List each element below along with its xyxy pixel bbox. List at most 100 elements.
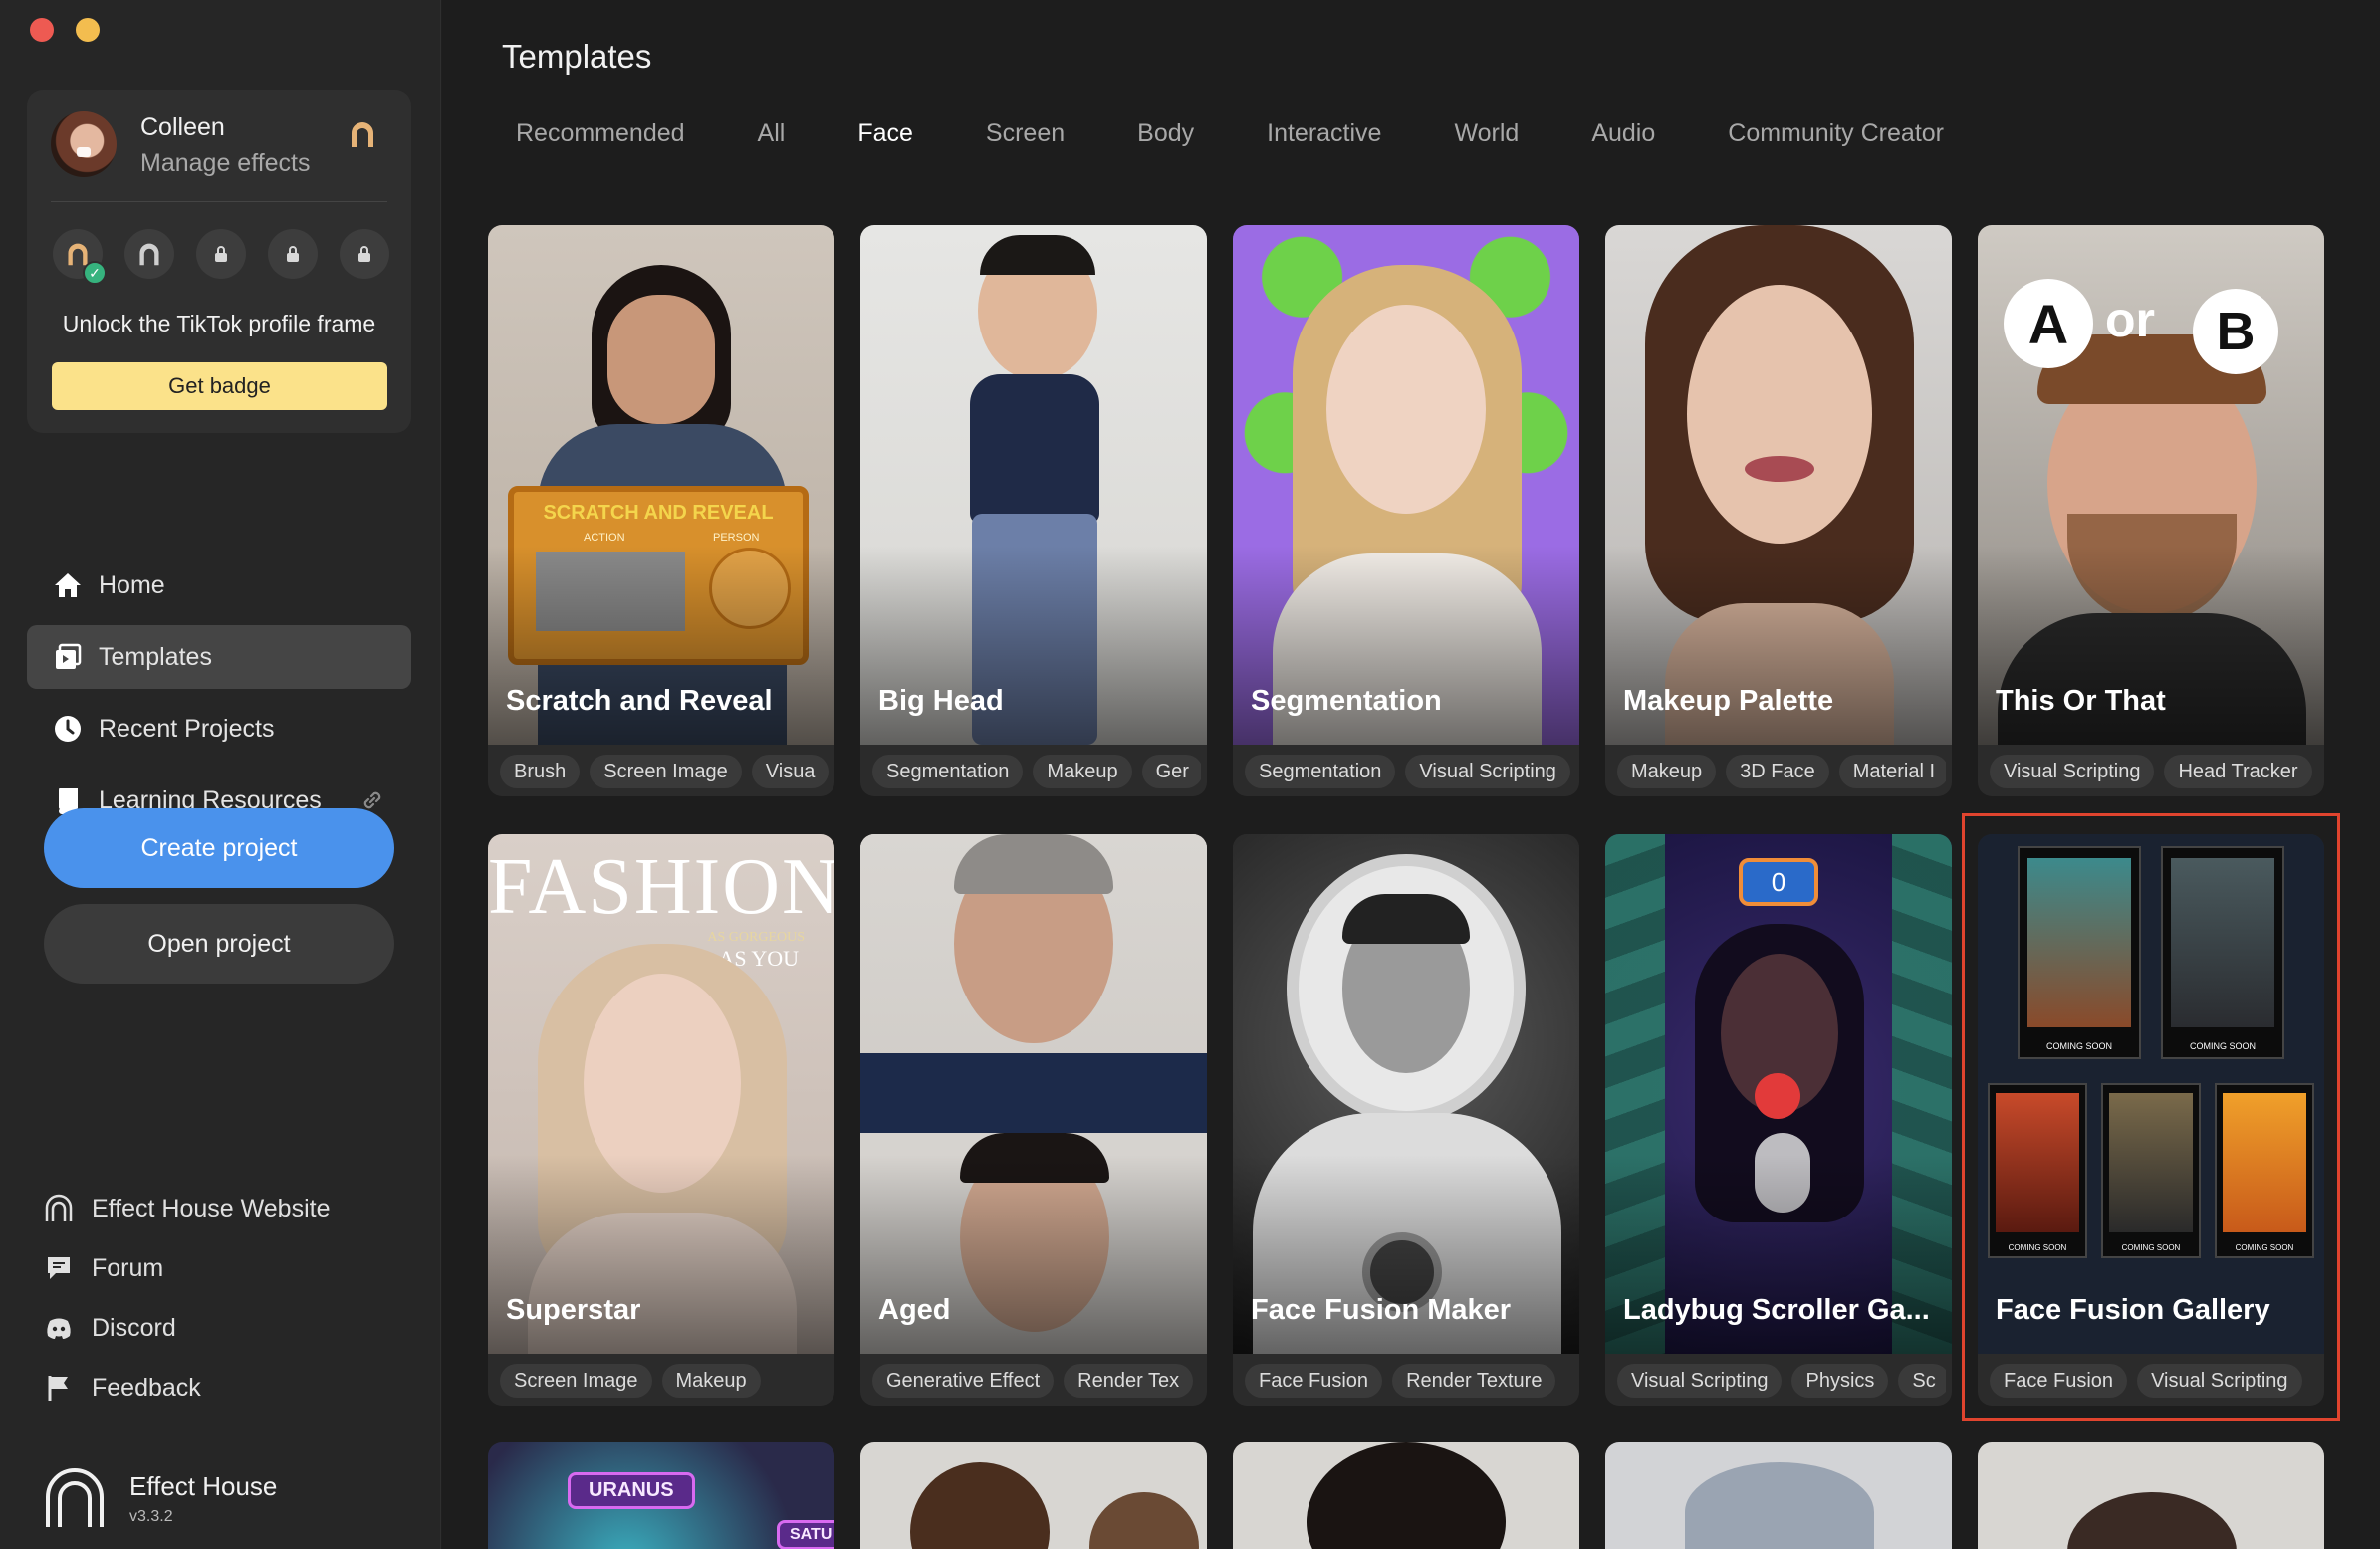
tab-world[interactable]: World xyxy=(1454,119,1519,148)
template-thumbnail xyxy=(860,225,1207,745)
badge-locked[interactable] xyxy=(268,229,318,279)
tag: Material I xyxy=(1838,755,1946,788)
tag-list: Screen Image Makeup xyxy=(500,1364,829,1398)
badge-locked[interactable] xyxy=(196,229,246,279)
badge-row: ✓ xyxy=(53,229,389,285)
lock-icon xyxy=(215,246,227,262)
tag: Face Fusion xyxy=(1245,1364,1383,1398)
card-title: Segmentation xyxy=(1251,685,1442,717)
app-brand: Effect House v3.3.2 xyxy=(44,1467,277,1529)
user-name: Colleen xyxy=(140,113,225,141)
feedback-link[interactable]: Feedback xyxy=(44,1358,330,1418)
discord-link[interactable]: Discord xyxy=(44,1298,330,1358)
badge-earned[interactable]: ✓ xyxy=(53,229,107,285)
effect-house-website-link[interactable]: Effect House Website xyxy=(44,1179,330,1238)
tab-recommended[interactable]: Recommended xyxy=(516,119,685,148)
card-title: Scratch and Reveal xyxy=(506,685,773,717)
template-card-partial[interactable] xyxy=(1605,1442,1952,1549)
tag: Physics xyxy=(1791,1364,1889,1398)
template-card-big-head[interactable]: Big Head Segmentation Makeup Ger xyxy=(860,225,1207,796)
tag-list: Face Fusion Render Texture xyxy=(1245,1364,1573,1398)
thumb-label: PERSON xyxy=(713,532,760,544)
card-title: Big Head xyxy=(878,685,1004,717)
get-badge-button[interactable]: Get badge xyxy=(52,362,387,410)
sidebar-item-recent-projects[interactable]: Recent Projects xyxy=(27,697,411,761)
app-name: Effect House xyxy=(129,1470,278,1501)
template-thumbnail xyxy=(1233,225,1579,745)
discord-icon xyxy=(47,1318,71,1339)
template-card-partial[interactable] xyxy=(1978,1442,2324,1549)
tab-face[interactable]: Face xyxy=(857,119,913,148)
template-card-partial[interactable] xyxy=(860,1442,1207,1549)
link-label: Effect House Website xyxy=(92,1194,331,1222)
tag: Visual Scripting xyxy=(1405,755,1570,788)
tab-community-creator[interactable]: Community Creator xyxy=(1728,119,1944,148)
template-card-face-fusion-maker[interactable]: Face Fusion Maker Face Fusion Render Tex… xyxy=(1233,834,1579,1406)
card-title: Makeup Palette xyxy=(1623,685,1834,717)
tag-list: Makeup 3D Face Material I xyxy=(1617,755,1946,788)
badge-unearned[interactable] xyxy=(124,229,174,279)
tag: Render Tex xyxy=(1064,1364,1194,1398)
clock-icon xyxy=(55,716,81,742)
sidebar-item-label: Recent Projects xyxy=(99,714,275,743)
template-card-segmentation[interactable]: Segmentation Segmentation Visual Scripti… xyxy=(1233,225,1579,796)
effect-house-badge-icon[interactable] xyxy=(348,119,377,149)
effect-house-logo-icon xyxy=(46,1468,104,1527)
thumb-label: A xyxy=(2004,279,2093,368)
template-card-superstar[interactable]: FASHION AS GORGEOUS AS YOU Superstar Scr… xyxy=(488,834,834,1406)
sidebar-item-label: Home xyxy=(99,570,165,599)
badge-locked[interactable] xyxy=(340,229,389,279)
tag-list: Segmentation Makeup Ger xyxy=(872,755,1201,788)
template-card-partial[interactable]: URANUS SATU xyxy=(488,1442,834,1549)
create-project-button[interactable]: Create project xyxy=(44,808,394,888)
template-card-scratch-and-reveal[interactable]: SCRATCH AND REVEAL ACTION PERSON Scratch… xyxy=(488,225,834,796)
flag-icon xyxy=(48,1376,68,1401)
thumb-label: URANUS xyxy=(568,1472,695,1509)
app-version: v3.3.2 xyxy=(129,1507,173,1525)
lock-icon xyxy=(358,246,370,262)
selection-highlight xyxy=(1962,813,2340,1421)
link-label: Forum xyxy=(92,1253,164,1282)
lock-icon xyxy=(287,246,299,262)
tag: Generative Effect xyxy=(872,1364,1055,1398)
page-title: Templates xyxy=(502,38,652,75)
close-window-button[interactable] xyxy=(30,18,54,42)
tab-interactive[interactable]: Interactive xyxy=(1267,119,1381,148)
template-thumbnail xyxy=(1233,834,1579,1354)
forum-link[interactable]: Forum xyxy=(44,1238,330,1298)
template-thumbnail: FASHION AS GORGEOUS AS YOU xyxy=(488,834,834,1354)
tag: Brush xyxy=(500,755,581,788)
tag: Sc xyxy=(1898,1364,1946,1398)
tag-list: Visual Scripting Head Tracker xyxy=(1990,755,2318,788)
template-card-makeup-palette[interactable]: Makeup Palette Makeup 3D Face Material I xyxy=(1605,225,1952,796)
minimize-window-button[interactable] xyxy=(76,18,100,42)
tab-body[interactable]: Body xyxy=(1137,119,1194,148)
profile-card: Colleen Manage effects ✓ Unlock the TikT… xyxy=(27,90,411,433)
open-project-button[interactable]: Open project xyxy=(44,904,394,984)
check-icon: ✓ xyxy=(83,261,107,285)
template-card-aged[interactable]: Aged Generative Effect Render Tex xyxy=(860,834,1207,1406)
template-thumbnail: SCRATCH AND REVEAL ACTION PERSON xyxy=(488,225,834,745)
thumb-label: FASHION xyxy=(488,843,834,931)
sidebar-nav: Home Templates Recent Projects Learning … xyxy=(27,553,411,840)
manage-effects-link[interactable]: Manage effects xyxy=(140,149,310,178)
link-label: Discord xyxy=(92,1313,176,1342)
template-card-partial[interactable] xyxy=(1233,1442,1579,1549)
sidebar-item-home[interactable]: Home xyxy=(27,553,411,617)
template-card-this-or-that[interactable]: A or B This Or That Visual Scripting Hea… xyxy=(1978,225,2324,796)
thumb-label: SCRATCH AND REVEAL xyxy=(543,502,774,524)
avatar[interactable] xyxy=(51,111,117,177)
effect-house-badge-icon xyxy=(139,243,159,266)
tab-audio[interactable]: Audio xyxy=(1591,119,1655,148)
tab-screen[interactable]: Screen xyxy=(986,119,1065,148)
template-card-ladybug-scroller[interactable]: 0 Ladybug Scroller Ga... Visual Scriptin… xyxy=(1605,834,1952,1406)
thumb-label: B xyxy=(2193,289,2278,374)
tag: Head Tracker xyxy=(2164,755,2312,788)
divider xyxy=(51,201,387,202)
window-controls xyxy=(30,18,100,42)
sidebar-item-templates[interactable]: Templates xyxy=(27,625,411,689)
template-thumbnail xyxy=(1605,225,1952,745)
tag: Makeup xyxy=(1617,755,1717,788)
tab-all[interactable]: All xyxy=(758,119,786,148)
forum-icon xyxy=(48,1257,70,1279)
